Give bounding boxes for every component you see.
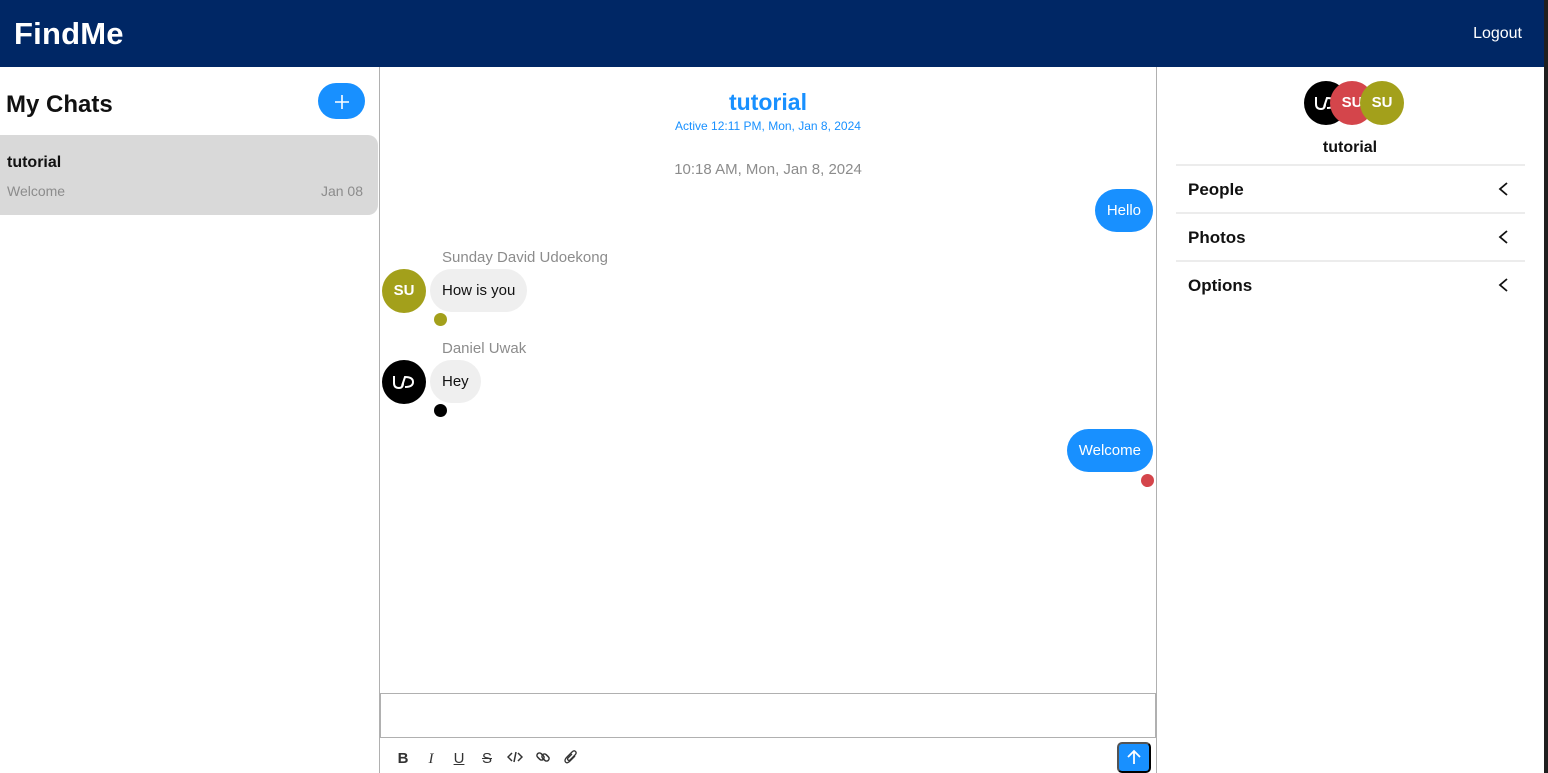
underline-icon[interactable]: U — [449, 749, 469, 769]
send-button[interactable] — [1117, 742, 1151, 773]
ud-logo-icon — [393, 375, 415, 390]
attachment-icon[interactable] — [561, 749, 581, 769]
chevron-left-icon — [1498, 230, 1508, 244]
outgoing-message[interactable]: Hello — [1094, 189, 1153, 232]
section-label: Options — [1188, 276, 1253, 295]
avatar[interactable] — [382, 360, 426, 404]
section-options[interactable]: Options — [1176, 260, 1525, 308]
read-receipt-avatar — [434, 404, 447, 417]
read-receipt-avatar — [434, 313, 447, 326]
section-label: Photos — [1188, 228, 1246, 247]
bold-icon[interactable]: B — [393, 749, 413, 769]
timestamp-separator: 10:18 AM, Mon, Jan 8, 2024 — [674, 161, 862, 178]
message-input[interactable] — [380, 693, 1156, 738]
top-navbar: FindMe Logout — [0, 0, 1544, 67]
chat-list-title: My Chats — [6, 91, 113, 118]
conversation-panel: tutorial Active 12:11 PM, Mon, Jan 8, 20… — [380, 67, 1157, 773]
link-icon[interactable] — [533, 749, 553, 769]
chat-date: Jan 08 — [320, 183, 363, 199]
window-edge — [1544, 0, 1548, 773]
strikethrough-icon[interactable]: S — [477, 749, 497, 769]
code-icon[interactable] — [505, 749, 525, 769]
logout-button[interactable]: Logout — [1473, 25, 1522, 43]
italic-icon[interactable]: I — [421, 749, 441, 769]
conversation-title: tutorial — [729, 89, 807, 115]
incoming-message[interactable]: Hey — [430, 360, 481, 403]
avatar[interactable]: SU — [1360, 81, 1404, 125]
section-people[interactable]: People — [1176, 164, 1525, 212]
app-logo-text: FindMe — [14, 16, 124, 51]
avatar[interactable]: SU — [382, 269, 426, 313]
section-photos[interactable]: Photos — [1176, 212, 1525, 260]
incoming-message[interactable]: How is you — [430, 269, 528, 312]
read-receipt-avatar — [1141, 474, 1154, 487]
active-status: Active 12:11 PM, Mon, Jan 8, 2024 — [675, 119, 861, 133]
formatting-toolbar: B I U S — [380, 739, 1156, 773]
group-avatars: SU SU — [1304, 81, 1414, 125]
message-sender-name: Sunday David Udoekong — [442, 249, 608, 266]
chat-name: tutorial — [7, 154, 62, 171]
chevron-left-icon — [1498, 278, 1508, 292]
new-chat-button[interactable] — [318, 83, 365, 119]
send-arrow-icon — [1127, 749, 1141, 764]
chat-list-panel: My Chats tutorial Welcome Jan 08 — [0, 67, 380, 773]
chevron-left-icon — [1498, 182, 1508, 196]
plus-icon — [334, 95, 349, 109]
outgoing-message[interactable]: Welcome — [1066, 429, 1153, 472]
section-label: People — [1188, 180, 1244, 199]
chat-list-item[interactable]: tutorial Welcome Jan 08 — [0, 135, 378, 215]
group-name: tutorial — [1322, 139, 1378, 156]
message-sender-name: Daniel Uwak — [442, 340, 527, 357]
chat-last-message: Welcome — [7, 183, 66, 199]
chat-details-panel: SU SU tutorial People Photos Options — [1157, 67, 1544, 773]
